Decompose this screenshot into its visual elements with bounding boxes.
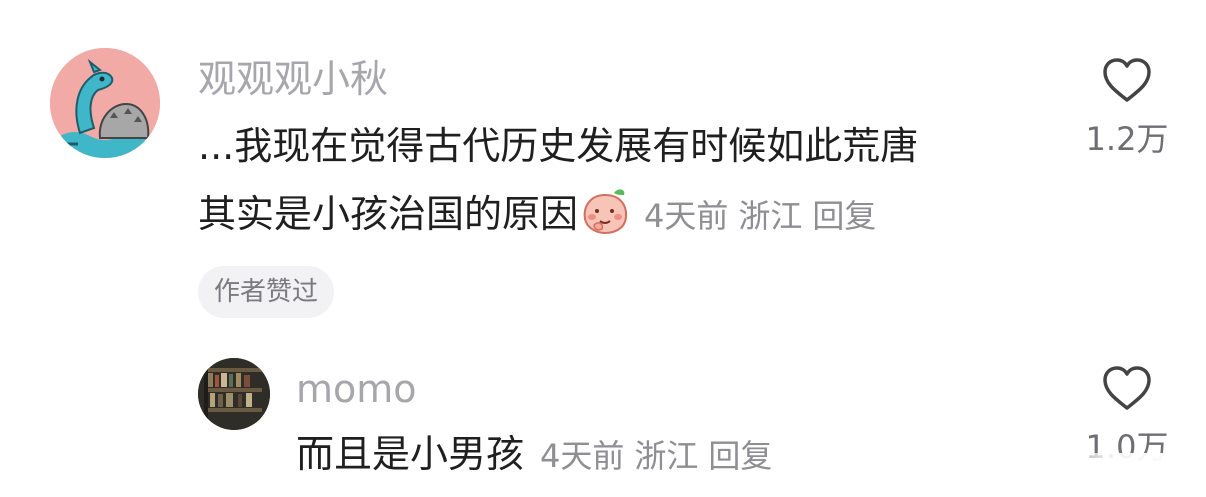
watermark-overlay — [1046, 453, 1206, 497]
reply-button[interactable]: 回复 — [812, 197, 876, 235]
dragon-avatar-icon — [50, 48, 160, 158]
comment-location: 浙江 — [738, 197, 803, 235]
like-count: 1.2万 — [1085, 120, 1169, 158]
like-area[interactable]: 1.2万 — [1072, 56, 1182, 160]
comment-meta: 4天前 浙江 回复 — [530, 437, 772, 475]
comment-text: 其实是小孩治国的原因 — [198, 192, 579, 236]
comment-item: 观观观小秋 ...我现在觉得古代历史发展有时候如此荒唐 其实是小孩治国的原因 4… — [0, 0, 1206, 330]
bookshelf-avatar-icon — [198, 358, 270, 430]
comment-location: 浙江 — [634, 437, 699, 475]
comment-time: 4天前 — [644, 197, 729, 235]
comment-text-line-with-meta: 而且是小男孩 4天前 浙江 回复 — [296, 420, 772, 490]
heart-outline-icon[interactable] — [1101, 364, 1153, 412]
comment-text: 而且是小男孩 — [296, 432, 525, 476]
avatar[interactable] — [50, 48, 160, 158]
author-liked-badge: 作者赞过 — [198, 266, 335, 318]
comment-time: 4天前 — [540, 437, 625, 475]
comment-username[interactable]: 观观观小秋 — [198, 60, 388, 98]
comment-text-line-with-meta: 其实是小孩治国的原因 4天前 浙江 回复 — [198, 180, 876, 250]
comment-text-line: ...我现在觉得古代历史发展有时候如此荒唐 — [198, 124, 919, 168]
avatar[interactable] — [198, 358, 270, 430]
comment-meta: 4天前 浙江 回复 — [634, 197, 876, 235]
reply-button[interactable]: 回复 — [708, 437, 772, 475]
heart-outline-icon[interactable] — [1101, 56, 1153, 104]
comment-item: momo 而且是小男孩 4天前 浙江 回复 1.0万 — [0, 340, 1206, 497]
comment-username[interactable]: momo — [296, 370, 417, 408]
shy-peach-emoji-icon — [583, 189, 628, 235]
